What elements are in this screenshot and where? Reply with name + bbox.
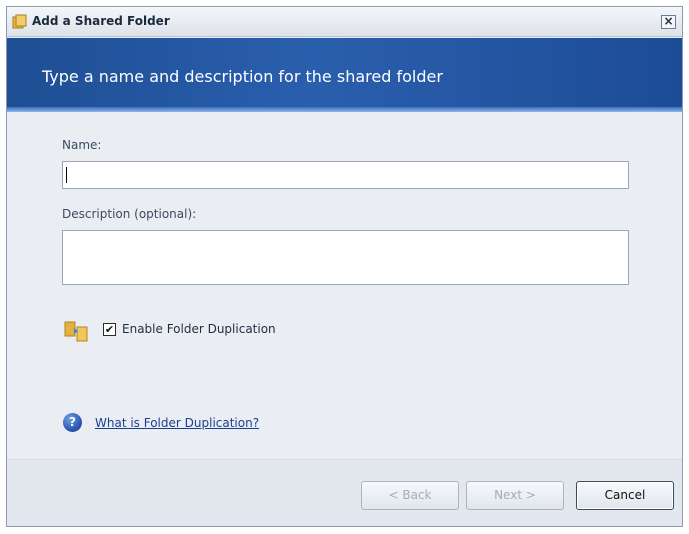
window-title: Add a Shared Folder <box>32 14 170 28</box>
banner-title: Type a name and description for the shar… <box>42 67 443 86</box>
close-button[interactable]: × <box>661 15 676 29</box>
description-label: Description (optional): <box>62 207 197 221</box>
back-button[interactable]: < Back <box>361 481 459 510</box>
name-input[interactable] <box>62 161 629 189</box>
footer-bar: < Back Next > Cancel <box>7 459 682 526</box>
name-label: Name: <box>62 138 102 152</box>
content-area: Name: Description (optional): ✔ Enable F… <box>7 112 682 468</box>
title-bar: Add a Shared Folder × <box>7 7 682 37</box>
next-button[interactable]: Next > <box>466 481 564 510</box>
folder-duplication-icon <box>63 318 95 344</box>
enable-duplication-label[interactable]: Enable Folder Duplication <box>122 322 276 336</box>
cancel-button[interactable]: Cancel <box>576 481 674 510</box>
header-banner: Type a name and description for the shar… <box>7 38 682 112</box>
folder-icon <box>12 14 28 29</box>
add-shared-folder-dialog: Add a Shared Folder × Type a name and de… <box>6 6 683 527</box>
folder-duplication-help-link[interactable]: What is Folder Duplication? <box>95 416 259 430</box>
enable-duplication-checkbox[interactable]: ✔ <box>103 323 116 336</box>
description-input[interactable] <box>62 230 629 285</box>
text-caret <box>66 167 67 183</box>
help-icon: ? <box>63 413 82 432</box>
